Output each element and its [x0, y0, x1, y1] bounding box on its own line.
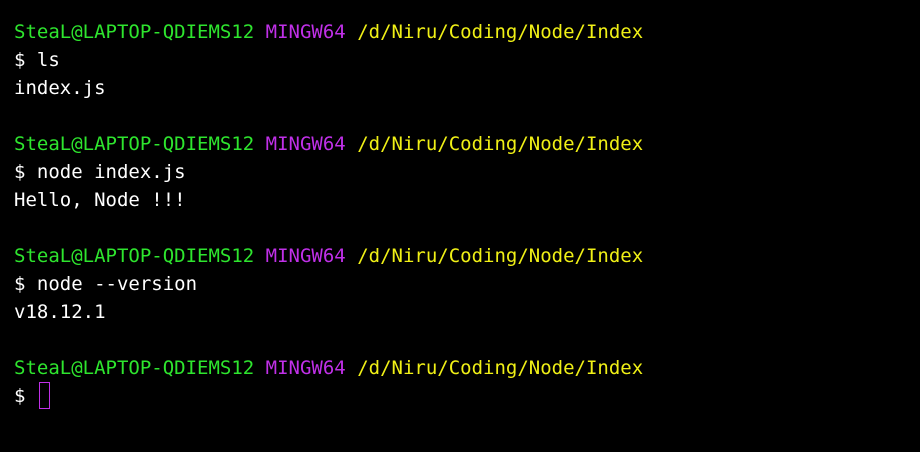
command-text: node index.js	[36, 161, 186, 183]
command-output: Hello, Node !!!	[14, 189, 186, 211]
prompt-line: SteaL@LAPTOP-QDIEMS12 MINGW64 /d/Niru/Co…	[14, 130, 920, 158]
command-output: index.js	[14, 77, 106, 99]
input-line[interactable]: $	[14, 382, 920, 410]
prompt-system: MINGW64	[265, 21, 346, 43]
prompt-user-host: SteaL@LAPTOP-QDIEMS12	[14, 357, 255, 379]
prompt-user-host: SteaL@LAPTOP-QDIEMS12	[14, 21, 255, 43]
text-cursor[interactable]	[38, 382, 50, 409]
command-text: node --version	[36, 273, 198, 295]
command-line: $ ls	[14, 46, 920, 74]
current-prompt-line: SteaL@LAPTOP-QDIEMS12 MINGW64 /d/Niru/Co…	[14, 354, 920, 382]
terminal-window[interactable]: SteaL@LAPTOP-QDIEMS12 MINGW64 /d/Niru/Co…	[0, 0, 920, 452]
prompt-symbol: $	[14, 49, 26, 71]
prompt-path: /d/Niru/Coding/Node/Index	[357, 357, 644, 379]
command-line: $ node --version	[14, 270, 920, 298]
command-output: v18.12.1	[14, 301, 106, 323]
command-text: ls	[36, 49, 60, 71]
prompt-system: MINGW64	[265, 357, 346, 379]
prompt-user-host: SteaL@LAPTOP-QDIEMS12	[14, 133, 255, 155]
prompt-system: MINGW64	[265, 245, 346, 267]
prompt-path: /d/Niru/Coding/Node/Index	[357, 21, 644, 43]
command-line: $ node index.js	[14, 158, 920, 186]
prompt-path: /d/Niru/Coding/Node/Index	[357, 133, 644, 155]
prompt-line: SteaL@LAPTOP-QDIEMS12 MINGW64 /d/Niru/Co…	[14, 18, 920, 46]
prompt-symbol: $	[14, 385, 26, 407]
prompt-path: /d/Niru/Coding/Node/Index	[357, 245, 644, 267]
prompt-line: SteaL@LAPTOP-QDIEMS12 MINGW64 /d/Niru/Co…	[14, 242, 920, 270]
prompt-user-host: SteaL@LAPTOP-QDIEMS12	[14, 245, 255, 267]
prompt-symbol: $	[14, 161, 26, 183]
prompt-symbol: $	[14, 273, 26, 295]
prompt-system: MINGW64	[265, 133, 346, 155]
